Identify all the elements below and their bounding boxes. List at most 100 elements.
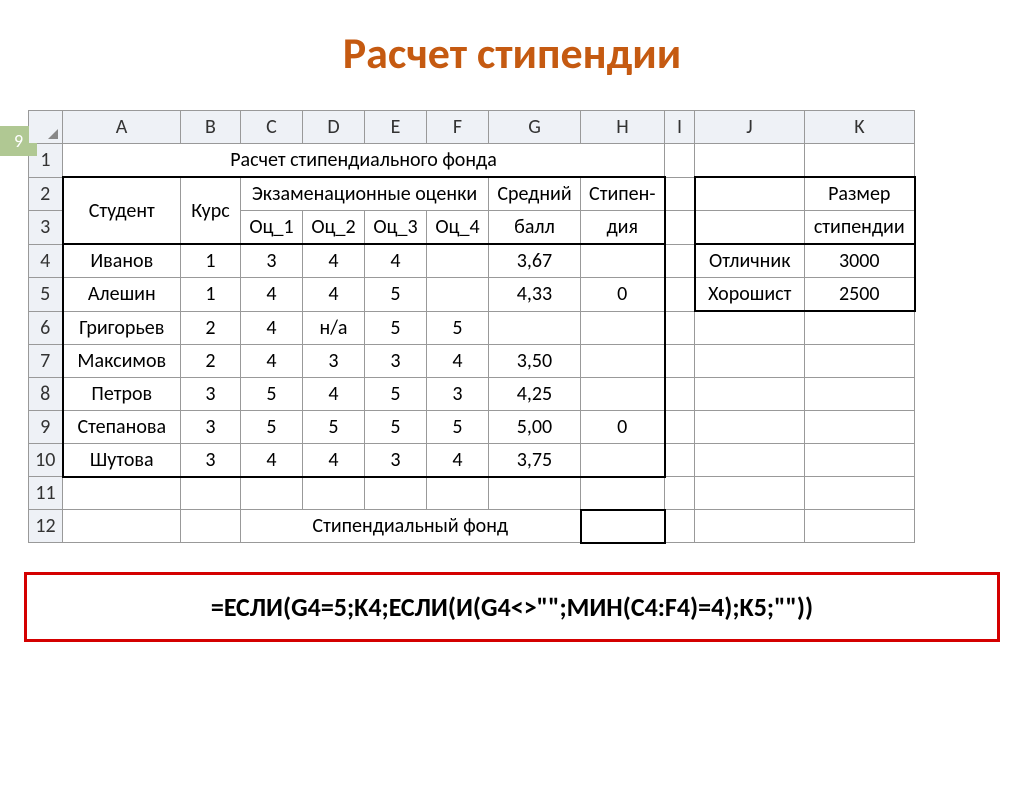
cell[interactable]: 4: [427, 443, 489, 477]
cell[interactable]: 2: [181, 344, 241, 377]
row-6[interactable]: 6: [29, 311, 63, 344]
cell[interactable]: [581, 477, 665, 510]
cell[interactable]: 0: [581, 278, 665, 312]
cell[interactable]: 5: [365, 278, 427, 312]
cell[interactable]: 4: [365, 244, 427, 278]
col-I[interactable]: I: [665, 111, 695, 144]
fund-total-cell[interactable]: [581, 510, 665, 543]
row-8[interactable]: 8: [29, 377, 63, 410]
cell[interactable]: [805, 477, 915, 510]
cell[interactable]: [581, 443, 665, 477]
row-3[interactable]: 3: [29, 211, 63, 245]
cell[interactable]: 3,50: [489, 344, 581, 377]
cell[interactable]: [581, 311, 665, 344]
cell[interactable]: [241, 477, 303, 510]
cell[interactable]: [665, 344, 695, 377]
cell[interactable]: [665, 311, 695, 344]
hdr-side-empty2[interactable]: [695, 211, 805, 245]
cell[interactable]: Максимов: [63, 344, 181, 377]
cell[interactable]: [665, 278, 695, 312]
cell[interactable]: [805, 377, 915, 410]
cell[interactable]: 5: [427, 410, 489, 443]
cell[interactable]: 1: [181, 244, 241, 278]
cell[interactable]: Хорошист: [695, 278, 805, 312]
cell[interactable]: 5: [365, 311, 427, 344]
cell[interactable]: 4: [241, 443, 303, 477]
cell[interactable]: [665, 144, 695, 178]
cell[interactable]: 3: [303, 344, 365, 377]
cell[interactable]: 4: [303, 244, 365, 278]
cell[interactable]: [665, 443, 695, 477]
cell[interactable]: 4: [427, 344, 489, 377]
row-10[interactable]: 10: [29, 443, 63, 477]
cell[interactable]: [365, 477, 427, 510]
cell[interactable]: [427, 278, 489, 312]
cell[interactable]: 5,00: [489, 410, 581, 443]
hdr-size1[interactable]: Размер: [805, 177, 915, 211]
hdr-stip2[interactable]: дия: [581, 211, 665, 245]
cell[interactable]: [695, 311, 805, 344]
select-all-corner[interactable]: [29, 111, 63, 144]
cell[interactable]: 3: [181, 443, 241, 477]
col-E[interactable]: E: [365, 111, 427, 144]
cell[interactable]: 3: [181, 377, 241, 410]
cell[interactable]: [665, 477, 695, 510]
cell[interactable]: 5: [427, 311, 489, 344]
cell[interactable]: Иванов: [63, 244, 181, 278]
hdr-student[interactable]: Студент: [63, 177, 181, 244]
cell[interactable]: [805, 144, 915, 178]
cell[interactable]: 3: [181, 410, 241, 443]
col-J[interactable]: J: [695, 111, 805, 144]
cell[interactable]: [805, 410, 915, 443]
cell[interactable]: [63, 477, 181, 510]
cell[interactable]: [665, 377, 695, 410]
row-2[interactable]: 2: [29, 177, 63, 211]
cell[interactable]: 4,25: [489, 377, 581, 410]
hdr-course[interactable]: Курс: [181, 177, 241, 244]
col-B[interactable]: B: [181, 111, 241, 144]
cell[interactable]: 4: [241, 311, 303, 344]
cell[interactable]: 2: [181, 311, 241, 344]
cell[interactable]: 3: [241, 244, 303, 278]
hdr-avg2[interactable]: балл: [489, 211, 581, 245]
cell[interactable]: [427, 477, 489, 510]
cell[interactable]: 5: [365, 410, 427, 443]
hdr-avg1[interactable]: Средний: [489, 177, 581, 211]
cell[interactable]: 1: [181, 278, 241, 312]
cell[interactable]: н/а: [303, 311, 365, 344]
hdr-stip1[interactable]: Стипен-: [581, 177, 665, 211]
cell[interactable]: [581, 244, 665, 278]
hdr-oc4[interactable]: Оц_4: [427, 211, 489, 245]
hdr-exam[interactable]: Экзаменационные оценки: [241, 177, 489, 211]
cell[interactable]: 3: [365, 344, 427, 377]
cell[interactable]: 4: [241, 344, 303, 377]
cell[interactable]: 3: [365, 443, 427, 477]
cell[interactable]: [695, 477, 805, 510]
cell[interactable]: 5: [241, 410, 303, 443]
table-title[interactable]: Расчет стипендиального фонда: [63, 144, 665, 178]
cell[interactable]: [695, 410, 805, 443]
hdr-oc1[interactable]: Оц_1: [241, 211, 303, 245]
hdr-oc3[interactable]: Оц_3: [365, 211, 427, 245]
cell[interactable]: [805, 510, 915, 543]
cell[interactable]: [581, 377, 665, 410]
cell[interactable]: 2500: [805, 278, 915, 312]
row-12[interactable]: 12: [29, 510, 63, 543]
cell[interactable]: [665, 510, 695, 543]
row-5[interactable]: 5: [29, 278, 63, 312]
cell[interactable]: [665, 177, 695, 211]
cell[interactable]: 3,75: [489, 443, 581, 477]
cell[interactable]: 3000: [805, 244, 915, 278]
hdr-oc2[interactable]: Оц_2: [303, 211, 365, 245]
cell[interactable]: [489, 311, 581, 344]
cell[interactable]: 3,67: [489, 244, 581, 278]
cell[interactable]: [427, 244, 489, 278]
cell[interactable]: [805, 344, 915, 377]
footer-label[interactable]: Стипендиальный фонд: [241, 510, 581, 543]
cell[interactable]: [805, 311, 915, 344]
cell[interactable]: Григорьев: [63, 311, 181, 344]
cell[interactable]: [581, 344, 665, 377]
cell[interactable]: 5: [303, 410, 365, 443]
cell[interactable]: 5: [365, 377, 427, 410]
row-7[interactable]: 7: [29, 344, 63, 377]
